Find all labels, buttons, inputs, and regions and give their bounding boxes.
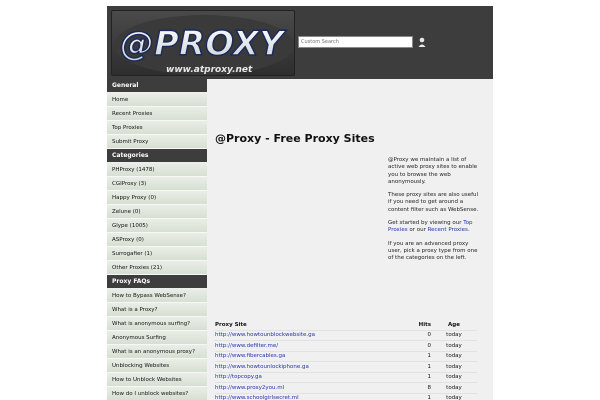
sidebar-faq-how-to-unblock-websites[interactable]: How to Unblock Websites <box>107 373 207 387</box>
sidebar-item-recent-proxies[interactable]: Recent Proxies <box>107 107 207 121</box>
hits-cell: 1 <box>403 371 431 383</box>
hits-cell: 0 <box>403 329 431 341</box>
intro-paragraph: Get started by viewing our Top Proxies o… <box>388 220 480 235</box>
sidebar-faq-anonymous-surfing[interactable]: Anonymous Surfing <box>107 331 207 345</box>
proxy-table-body: http://www.howtounblockwebsite.ga 0 today h… <box>215 329 477 400</box>
sidebar-faq-how-do-i-unblock-websites[interactable]: How do I unblock websites? <box>107 387 207 400</box>
proxy-site-link[interactable]: http://www.schoolgirlsecret.ml <box>215 392 403 400</box>
hits-cell: 1 <box>403 361 431 372</box>
column-header-site[interactable]: Proxy Site <box>215 320 403 330</box>
table-row: http://www.schoolgirlsecret.ml 1 today <box>215 392 477 400</box>
sidebar: General Home Recent Proxies Top Proxies Sub… <box>107 79 207 400</box>
logo-url: www.atproxy.net <box>166 65 253 75</box>
sidebar-category-other-proxies-21[interactable]: Other Proxies (21) <box>107 261 207 275</box>
proxy-site-link[interactable]: http://www.howtounlockiphone.ga <box>215 361 403 372</box>
sidebar-heading-general: General <box>107 79 207 93</box>
proxy-site-link[interactable]: http://www.howtounblockwebsite.ga <box>215 329 403 341</box>
sidebar-faq-what-is-a-proxy[interactable]: What is a Proxy? <box>107 303 207 317</box>
sidebar-item-home[interactable]: Home <box>107 93 207 107</box>
age-cell: today <box>431 350 477 362</box>
table-row: http://www.howtounlockiphone.ga 1 today <box>215 361 477 372</box>
age-cell: today <box>431 392 477 400</box>
table-row: http://www.defilter.me/0 today <box>215 340 477 351</box>
intro-text: @Proxy we maintain a list of active web … <box>388 157 480 269</box>
sidebar-category-surrogafier-1[interactable]: Surrogafier (1) <box>107 247 207 261</box>
recent-proxies-link[interactable]: Recent Proxies <box>428 227 468 233</box>
hits-cell: 1 <box>403 392 431 400</box>
logo-graphic: @PROXY www.atproxy.net <box>114 15 294 75</box>
intro-text-span: . <box>467 227 470 234</box>
proxy-table: Proxy Site Hits Age http://www.howtounbl… <box>215 320 477 400</box>
sidebar-category-cgiproxy-3[interactable]: CGIProxy (3) <box>107 177 207 191</box>
sidebar-general-list: Home Recent Proxies Top Proxies Submit Prox… <box>107 93 207 149</box>
sidebar-faq-unblocking-websites[interactable]: Unblocking Websites <box>107 359 207 373</box>
page-container: @PROXY www.atproxy.net General HomeRecen… <box>107 6 493 400</box>
table-row: http://topcopy.ga 1 today <box>215 371 477 383</box>
column-header-age[interactable]: Age <box>431 320 477 330</box>
sidebar-category-list: PHProxy (1478) CGIProxy (3) Happy Proxy (0… <box>107 163 207 275</box>
search-icon[interactable] <box>418 37 426 47</box>
sidebar-category-asproxy-0[interactable]: ASProxy (0) <box>107 233 207 247</box>
logo-text: @PROXY <box>120 24 287 64</box>
sidebar-item-submit-proxy[interactable]: Submit Proxy <box>107 135 207 149</box>
intro-text-span: or our <box>407 227 428 234</box>
sidebar-category-glype-1005[interactable]: Glype (1005) <box>107 219 207 233</box>
age-cell: today <box>431 329 477 341</box>
sidebar-faq-how-to-bypass-websense[interactable]: How to Bypass WebSense? <box>107 289 207 303</box>
intro-paragraph: @Proxy we maintain a list of active web … <box>388 157 478 185</box>
sidebar-category-happy-proxy-0[interactable]: Happy Proxy (0) <box>107 191 207 205</box>
age-cell: today <box>431 371 477 383</box>
age-cell: today <box>431 382 477 393</box>
sidebar-category-phproxy-1478[interactable]: PHProxy (1478) <box>107 163 207 177</box>
age-cell: today <box>431 340 477 351</box>
proxy-site-link[interactable]: http://www.fibercables.ga <box>215 350 403 362</box>
page-title: @Proxy - Free Proxy Sites <box>215 132 375 145</box>
column-header-hits[interactable]: Hits <box>403 320 431 330</box>
age-cell: today <box>431 361 477 372</box>
proxy-site-link[interactable]: http://www.proxy2you.ml <box>215 382 403 393</box>
search-input[interactable] <box>298 36 413 48</box>
hits-cell: 0 <box>403 340 431 351</box>
intro-paragraph: These proxy sites are also useful if you… <box>388 192 479 213</box>
intro-paragraph: If you are an advanced proxy user, pick … <box>388 240 478 262</box>
table-header-row: Proxy Site Hits Age <box>215 320 477 330</box>
sidebar-faq-what-is-an-anonymous-proxy[interactable]: What is an anonymous proxy? <box>107 345 207 359</box>
proxy-site-link[interactable]: http://www.defilter.me/ <box>215 340 403 351</box>
sidebar-item-top-proxies[interactable]: Top Proxies <box>107 121 207 135</box>
sidebar-category-zelune-0[interactable]: Zelune (0) <box>107 205 207 219</box>
site-logo[interactable]: @PROXY www.atproxy.net <box>111 10 295 76</box>
table-row: http://www.proxy2you.ml 8 today <box>215 382 477 393</box>
table-row: http://www.howtounblockwebsite.ga 0 today <box>215 329 477 341</box>
sidebar-heading-faqs: Proxy FAQs <box>107 275 207 289</box>
proxy-site-link[interactable]: http://topcopy.ga <box>215 371 403 383</box>
site-header: @PROXY www.atproxy.net <box>107 6 493 79</box>
sidebar-faq-what-is-anonymous-surfing[interactable]: What is anonymous surfing? <box>107 317 207 331</box>
sidebar-faq-list: How to Bypass WebSense? What is a Proxy? W… <box>107 289 207 400</box>
sidebar-heading-categories: Categories <box>107 149 207 163</box>
table-row: http://www.fibercables.ga 1 today <box>215 350 477 362</box>
hits-cell: 1 <box>403 350 431 362</box>
hits-cell: 8 <box>403 382 431 393</box>
intro-text-span: Get started by viewing our <box>388 220 464 227</box>
